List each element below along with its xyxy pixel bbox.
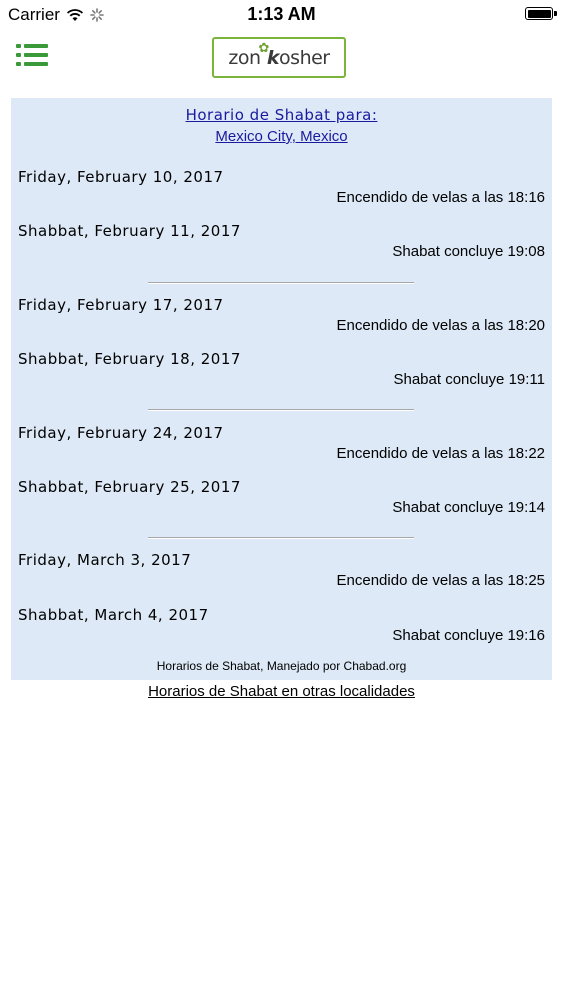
schedule-title-link[interactable]: Horario de Shabat para: xyxy=(11,106,552,124)
shabbat-end-time: Shabat concluye 19:08 xyxy=(392,243,545,260)
candle-lighting-time: Encendido de velas a las 18:16 xyxy=(336,189,545,206)
logo-text-left: zon xyxy=(228,46,261,69)
shabbat-schedule-panel: Horario de Shabat para: Mexico City, Mex… xyxy=(11,98,552,680)
schedule-date: Friday, February 17, 2017 xyxy=(18,296,224,314)
schedule-date: Shabbat, February 11, 2017 xyxy=(18,222,241,240)
other-locations-link[interactable]: Horarios de Shabat en otras localidades xyxy=(0,683,563,700)
zonakosher-logo: zon ✿ k osher xyxy=(212,37,346,78)
shabbat-end-time: Shabat concluye 19:11 xyxy=(393,371,545,388)
schedule-date: Friday, February 24, 2017 xyxy=(18,424,224,442)
nav-bar: zon ✿ k osher xyxy=(0,30,563,90)
candle-lighting-time: Encendido de velas a las 18:25 xyxy=(336,572,545,589)
logo-text-right: osher xyxy=(279,46,330,69)
shabbat-end-time: Shabat concluye 19:14 xyxy=(392,499,545,516)
candle-lighting-time: Encendido de velas a las 18:22 xyxy=(336,445,545,462)
week-divider xyxy=(148,282,414,284)
shabbat-end-time: Shabat concluye 19:16 xyxy=(392,627,545,644)
schedule-date: Shabbat, February 25, 2017 xyxy=(18,478,241,496)
schedule-date: Shabbat, March 4, 2017 xyxy=(18,606,209,624)
week-divider xyxy=(148,537,414,539)
schedule-date: Friday, February 10, 2017 xyxy=(18,168,224,186)
leaf-icon: ✿ xyxy=(258,41,270,56)
status-time: 1:13 AM xyxy=(247,4,316,24)
menu-button[interactable] xyxy=(16,42,50,70)
hamburger-menu-icon xyxy=(16,44,48,66)
location-link[interactable]: Mexico City, Mexico xyxy=(11,128,552,145)
status-bar: Carrier 1:13 AM xyxy=(0,0,563,30)
schedule-date: Friday, March 3, 2017 xyxy=(18,551,192,569)
week-divider xyxy=(148,409,414,411)
credit-text: Horarios de Shabat, Manejado por Chabad.… xyxy=(156,659,407,673)
battery-icon xyxy=(525,7,557,20)
candle-lighting-time: Encendido de velas a las 18:20 xyxy=(336,317,545,334)
schedule-date: Shabbat, February 18, 2017 xyxy=(18,350,241,368)
